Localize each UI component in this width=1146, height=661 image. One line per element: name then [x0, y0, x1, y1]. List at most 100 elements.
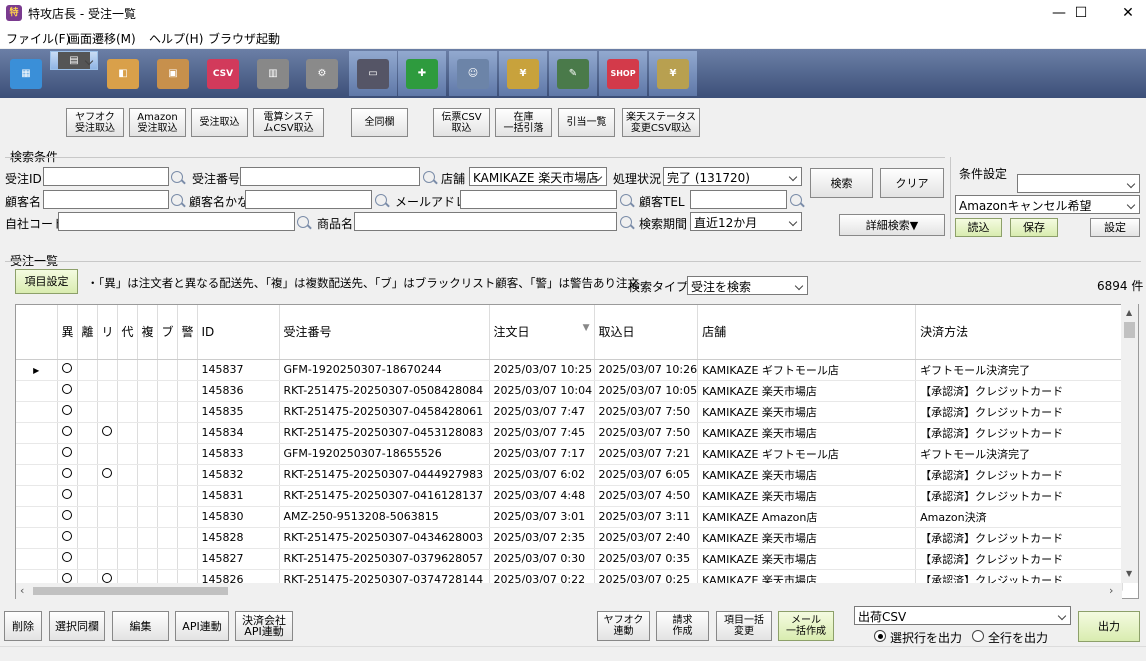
- mail-bulk-create-button[interactable]: メール 一括作成: [778, 611, 834, 641]
- col-header-kei[interactable]: 警: [177, 305, 198, 360]
- menu-browser[interactable]: ブラウザ起動: [208, 30, 280, 47]
- col-header-fuku[interactable]: 複: [137, 305, 158, 360]
- toolbar-ledger[interactable]: ▥: [249, 51, 297, 96]
- toolbar-calendar[interactable]: ▦: [2, 51, 50, 96]
- denbun-csv-import-button[interactable]: 電算システ ムCSV取込: [253, 108, 324, 137]
- radio-export-all[interactable]: [972, 630, 984, 642]
- order-id-input[interactable]: [43, 167, 169, 186]
- sync-all-button[interactable]: 全同欄: [351, 108, 408, 137]
- table-row[interactable]: 145827 RKT-251475-20250307-0379628057 2025…: [16, 548, 1124, 570]
- yahoo-import-button[interactable]: ヤフオク 受注取込: [66, 108, 124, 137]
- customer-tel-search-icon[interactable]: [790, 194, 802, 206]
- horizontal-scroll-thumb[interactable]: [33, 587, 228, 595]
- product-name-search-icon[interactable]: [620, 216, 632, 228]
- toolbar-shop[interactable]: SHOP: [599, 51, 647, 96]
- col-header-id[interactable]: ID: [197, 305, 280, 360]
- col-header-payment[interactable]: 決済方法: [915, 305, 1124, 360]
- col-header-ri[interactable]: 離: [77, 305, 98, 360]
- product-code-search-icon[interactable]: [297, 216, 309, 228]
- order-import-button[interactable]: 受注取込: [191, 108, 248, 137]
- amazon-import-button[interactable]: Amazon 受注取込: [129, 108, 186, 137]
- toolbar-bag[interactable]: ◧: [99, 51, 147, 96]
- table-row[interactable]: 145834 RKT-251475-20250307-0453128083 2025…: [16, 422, 1124, 444]
- toolbar-payment[interactable]: ¥: [499, 51, 547, 96]
- customer-tel-input[interactable]: [690, 190, 787, 209]
- col-header-ii[interactable]: 異: [57, 305, 78, 360]
- conditions-preset-select[interactable]: Amazonキャンセル希望: [955, 195, 1140, 214]
- customer-kana-search-icon[interactable]: [375, 194, 387, 206]
- close-button[interactable]: ✕: [1105, 0, 1146, 26]
- yahoo-link-button[interactable]: ヤフオク 連動: [597, 611, 650, 641]
- clear-button[interactable]: クリア: [880, 168, 944, 198]
- export-button[interactable]: 出力: [1078, 611, 1140, 642]
- product-code-input[interactable]: [58, 212, 295, 231]
- customer-name-search-icon[interactable]: [171, 194, 183, 206]
- search-button[interactable]: 検索: [810, 168, 873, 198]
- col-header-store[interactable]: 店舗: [697, 305, 917, 360]
- col-header-order-date[interactable]: 注文日 ▼: [489, 305, 595, 360]
- toolbar-invoice[interactable]: ¥: [649, 51, 697, 96]
- table-row[interactable]: 145833 GFM-1920250307-18655526 2025/03/07 …: [16, 443, 1124, 465]
- table-row[interactable]: ▶ 145837 GFM-1920250307-18670244 2025/03/07…: [16, 359, 1124, 381]
- conditions-load-button[interactable]: 読込: [955, 218, 1002, 237]
- slip-csv-import-button[interactable]: 伝票CSV 取込: [433, 108, 490, 137]
- customer-kana-input[interactable]: [245, 190, 372, 209]
- table-row[interactable]: 145832 RKT-251475-20250307-0444927983 2025…: [16, 464, 1124, 486]
- orders-grid[interactable]: 異 離 リ 代 複 ブ 警 ID 受注番号 注文日 ▼ 取込日 店舗 決済方法 ▶…: [15, 304, 1139, 599]
- toolbar-pos[interactable]: ▭: [349, 51, 397, 96]
- vertical-scrollbar[interactable]: ▲ ▼: [1121, 304, 1138, 583]
- menu-help[interactable]: ヘルプ(H): [149, 30, 203, 47]
- order-no-input[interactable]: [240, 167, 420, 186]
- rakuten-status-import-button[interactable]: 楽天ステータス 変更CSV取込: [622, 108, 700, 137]
- api-link-button[interactable]: API連動: [175, 611, 229, 641]
- customer-name-input[interactable]: [43, 190, 169, 209]
- table-row[interactable]: 145831 RKT-251475-20250307-0416128137 2025…: [16, 485, 1124, 507]
- export-type-select[interactable]: 出荷CSV: [854, 606, 1071, 625]
- conditions-save-button[interactable]: 保存: [1010, 218, 1058, 237]
- email-search-icon[interactable]: [620, 194, 632, 206]
- col-header-re[interactable]: リ: [97, 305, 118, 360]
- invoice-create-button[interactable]: 請求 作成: [656, 611, 709, 641]
- period-select[interactable]: 直近12か月: [690, 212, 802, 231]
- store-select[interactable]: KAMIKAZE 楽天市場店: [469, 167, 607, 186]
- toolbar-settings[interactable]: ⚙: [298, 51, 346, 96]
- conditions-settings-button[interactable]: 設定: [1090, 218, 1140, 237]
- toolbar-customer[interactable]: ☺: [449, 51, 497, 96]
- search-type-select[interactable]: 受注を検索: [687, 276, 808, 295]
- table-row[interactable]: 145836 RKT-251475-20250307-0508428084 2025…: [16, 380, 1124, 402]
- allocation-list-button[interactable]: 引当一覧: [558, 108, 615, 137]
- select-sync-button[interactable]: 選択同欄: [49, 611, 105, 641]
- col-header-bu[interactable]: ブ: [157, 305, 178, 360]
- toolbar-csv[interactable]: CSV: [199, 51, 247, 96]
- horizontal-scrollbar[interactable]: ‹ ›: [16, 583, 1122, 599]
- bulk-change-button[interactable]: 項目一括 変更: [716, 611, 772, 641]
- table-row[interactable]: 145828 RKT-251475-20250307-0434628003 2025…: [16, 527, 1124, 549]
- menu-file[interactable]: ファイル(F): [6, 30, 70, 47]
- vertical-scroll-thumb[interactable]: [1124, 322, 1135, 338]
- scroll-right-icon[interactable]: ›: [1109, 584, 1113, 597]
- scroll-left-icon[interactable]: ‹: [20, 584, 24, 597]
- product-name-input[interactable]: [354, 212, 617, 231]
- order-id-search-icon[interactable]: [171, 171, 183, 183]
- conditions-select[interactable]: [1017, 174, 1140, 193]
- table-row[interactable]: 145835 RKT-251475-20250307-0458428061 2025…: [16, 401, 1124, 423]
- toolbar-orders[interactable]: ▤: [50, 51, 98, 70]
- delete-button[interactable]: 削除: [4, 611, 42, 641]
- status-select[interactable]: 完了 (131720): [663, 167, 802, 186]
- scroll-down-icon[interactable]: ▼: [1126, 569, 1132, 578]
- detail-search-button[interactable]: 詳細検索▼: [839, 214, 945, 236]
- table-row[interactable]: 145830 AMZ-250-9513208-5063815 2025/03/07 …: [16, 506, 1124, 528]
- col-header-order-no[interactable]: 受注番号: [279, 305, 490, 360]
- toolbar-boxes[interactable]: ▣: [149, 51, 197, 96]
- payment-api-button[interactable]: 決済会社 API連動: [235, 611, 293, 641]
- item-settings-button[interactable]: 項目設定: [15, 269, 78, 294]
- toolbar-edit[interactable]: ✎: [549, 51, 597, 96]
- menu-navigate[interactable]: 画面遷移(M): [68, 30, 136, 47]
- col-header-dai[interactable]: 代: [117, 305, 138, 360]
- col-header-import-date[interactable]: 取込日: [594, 305, 699, 360]
- order-no-search-icon[interactable]: [423, 171, 435, 183]
- stock-bulk-deduct-button[interactable]: 在庫 一括引落: [495, 108, 552, 137]
- toolbar-add-product[interactable]: ✚: [398, 51, 446, 96]
- maximize-button[interactable]: ☐: [1058, 0, 1104, 26]
- edit-button[interactable]: 編集: [112, 611, 169, 641]
